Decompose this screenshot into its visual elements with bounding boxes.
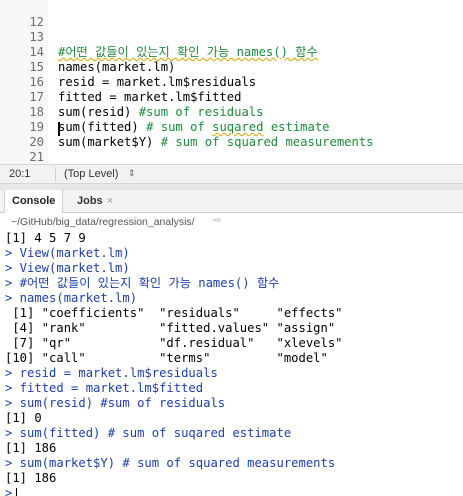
console-line: > #어떤 값들이 있는지 확인 가능 names() 함수: [5, 276, 280, 290]
source-editor[interactable]: 12 13 #어떤 값들이 있는지 확인 가능 names() 함수 14 na…: [0, 0, 463, 164]
editor-line[interactable]: 17 sum(resid) #sum of residuals: [0, 75, 463, 119]
console-line: [1] "coefficients" "residuals" "effects": [5, 306, 343, 320]
tab-jobs[interactable]: Jobs ×: [70, 190, 120, 212]
scope-selector[interactable]: (Top Level): [64, 168, 118, 180]
console-tab-bar: Console Jobs ×: [0, 190, 463, 213]
editor-text-cursor: [58, 122, 60, 136]
working-directory-bar: ~/GitHub/big_data/regression_analysis/ ⇨: [0, 213, 463, 231]
editor-line[interactable]: 16 fitted = market.lm$fitted: [0, 60, 463, 104]
tab-label: Jobs: [77, 195, 103, 207]
cursor-position: 20:1: [9, 168, 31, 180]
editor-line[interactable]: 15 resid = market.lm$residuals: [0, 45, 463, 89]
console-line: [10] "call" "terms" "model": [5, 351, 328, 365]
console-line: > View(market.lm): [5, 246, 130, 260]
working-directory-path: ~/GitHub/big_data/regression_analysis/: [11, 216, 195, 228]
tab-label: Console: [12, 195, 56, 207]
chevron-updown-icon[interactable]: ⇕: [128, 168, 136, 179]
console-output[interactable]: [1] 4 5 7 9 > View(market.lm) > View(mar…: [0, 231, 463, 496]
console-line: [1] 186: [5, 441, 57, 455]
console-line: [1] 186: [5, 471, 57, 485]
close-icon[interactable]: ×: [107, 195, 113, 207]
console-line: > fitted = market.lm$fitted: [5, 381, 204, 395]
console-line: > View(market.lm): [5, 261, 130, 275]
editor-line[interactable]: 21: [0, 135, 463, 164]
console-line: > sum(market$Y) # sum of squared measure…: [5, 456, 336, 470]
console-line: [1] 0: [5, 411, 42, 425]
tab-console[interactable]: Console: [4, 190, 64, 213]
console-prompt[interactable]: >: [5, 486, 20, 496]
go-to-directory-icon[interactable]: ⇨: [213, 215, 221, 226]
console-line: [7] "qr" "df.residual" "xlevels": [5, 336, 343, 350]
editor-line[interactable]: 12: [0, 0, 463, 29]
editor-line[interactable]: 13 #어떤 값들이 있는지 확인 가능 names() 함수: [0, 15, 463, 59]
editor-line[interactable]: 18 sum(fitted) # sum of suqared estimate: [0, 90, 463, 134]
console-line: [4] "rank" "fitted.values" "assign": [5, 321, 336, 335]
editor-status-bar: 20:1 (Top Level) ⇕: [0, 164, 463, 184]
console-line: > names(market.lm): [5, 291, 138, 305]
editor-line[interactable]: 14 names(market.lm): [0, 30, 463, 74]
console-line: > resid = market.lm$residuals: [5, 366, 218, 380]
editor-line[interactable]: 22: [0, 150, 463, 164]
editor-line[interactable]: 20: [0, 120, 463, 149]
console-line: > sum(resid) #sum of residuals: [5, 396, 226, 410]
console-line: > sum(fitted) # sum of suqared estimate: [5, 426, 292, 440]
console-line: [1] 4 5 7 9: [5, 231, 86, 245]
console-text-cursor: [16, 488, 17, 496]
editor-line[interactable]: 19 sum(market$Y) # sum of squared measur…: [0, 105, 463, 149]
divider: [55, 167, 56, 181]
